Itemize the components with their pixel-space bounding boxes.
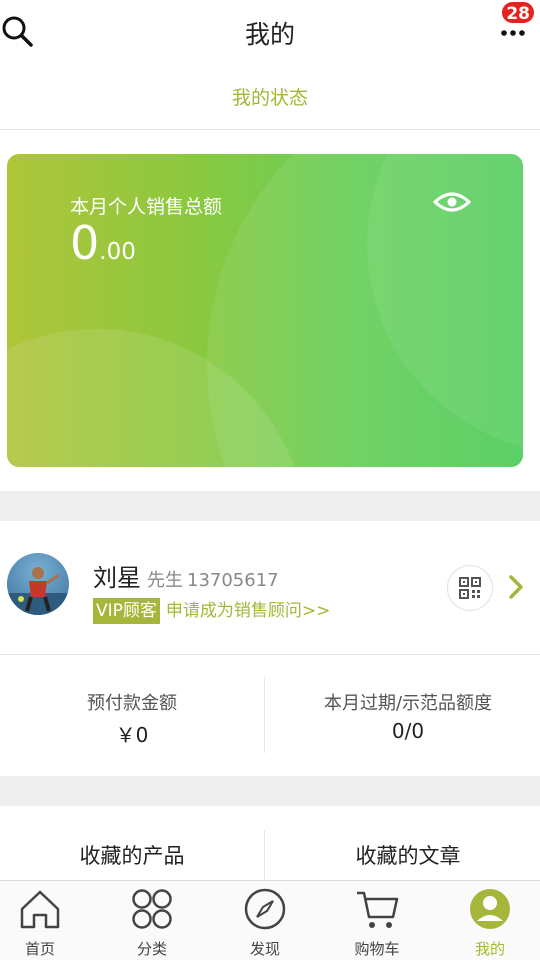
toggle-visibility-button[interactable] [432, 188, 472, 216]
tab-home[interactable]: 首页 [0, 881, 94, 960]
vip-badge: VIP顾客 [93, 598, 160, 624]
user-phone: 13705617 [187, 570, 279, 591]
qr-code-icon [459, 577, 481, 599]
avatar[interactable] [7, 553, 69, 615]
home-icon [20, 890, 60, 929]
chevron-right-icon [509, 575, 523, 599]
status-tab-label: 我的状态 [231, 87, 308, 109]
tab-me[interactable]: 我的 [436, 881, 540, 960]
sales-total-amount: 0.00 [70, 216, 136, 271]
stat-label: 本月过期/示范品额度 [323, 693, 493, 714]
header: 我的 28 [0, 0, 540, 66]
tab-label: 首页 [24, 940, 55, 958]
tab-category[interactable]: 分类 [98, 881, 206, 960]
stat-label: 预付款金额 [87, 693, 177, 714]
profile-section[interactable]: 刘星 先生 13705617 VIP顾客 申请成为销售顾问>> [0, 521, 540, 655]
profile-icon [470, 889, 510, 929]
compass-icon [244, 888, 286, 930]
tab-discover[interactable]: 发现 [211, 881, 319, 960]
section-gap [0, 776, 540, 806]
tab-label: 我的 [474, 940, 505, 958]
tab-cart[interactable]: 购物车 [323, 881, 431, 960]
divider [264, 830, 265, 880]
profile-name-line: 刘星 先生 13705617 [93, 558, 279, 593]
qr-code-button[interactable] [447, 565, 493, 611]
sales-total-label: 本月个人销售总额 [70, 196, 223, 218]
eye-icon [432, 192, 472, 212]
avatar-image [7, 567, 69, 615]
stats-section: 预付款金额 ￥0 本月过期/示范品额度 0/0 [0, 655, 540, 776]
user-honorific: 先生 [147, 570, 183, 591]
profile-detail-arrow[interactable] [506, 573, 526, 601]
sales-amount-integer: 0 [70, 216, 100, 270]
category-icon [132, 889, 172, 929]
tab-label: 购物车 [354, 940, 400, 958]
favorite-articles-button[interactable]: 收藏的文章 [276, 840, 540, 870]
stat-value: 0/0 [391, 719, 425, 743]
bottom-tab-bar: 首页 分类 发现 购物车 我的 [0, 880, 540, 960]
prepaid-amount-stat[interactable]: 预付款金额 ￥0 [0, 655, 264, 776]
favorites-section: 收藏的产品 收藏的文章 [0, 806, 540, 880]
favorite-products-button[interactable]: 收藏的产品 [0, 840, 264, 870]
page-title: 我的 [244, 20, 295, 49]
sales-amount-decimal: .00 [99, 239, 136, 265]
vip-line: VIP顾客 申请成为销售顾问>> [93, 596, 330, 624]
notification-badge: 28 [500, 0, 536, 25]
section-gap [0, 491, 540, 521]
divider [264, 677, 265, 753]
cart-icon [357, 891, 399, 928]
apply-sales-consultant-link[interactable]: 申请成为销售顾问>> [166, 596, 331, 621]
sales-total-card: 本月个人销售总额 0.00 [7, 154, 523, 467]
user-name: 刘星 [93, 564, 141, 592]
tab-label: 发现 [249, 940, 280, 958]
tab-label: 分类 [136, 940, 167, 958]
status-tab[interactable]: 我的状态 [0, 66, 540, 130]
stat-value: ￥0 [115, 723, 149, 747]
expired-demo-quota-stat[interactable]: 本月过期/示范品额度 0/0 [276, 655, 540, 776]
